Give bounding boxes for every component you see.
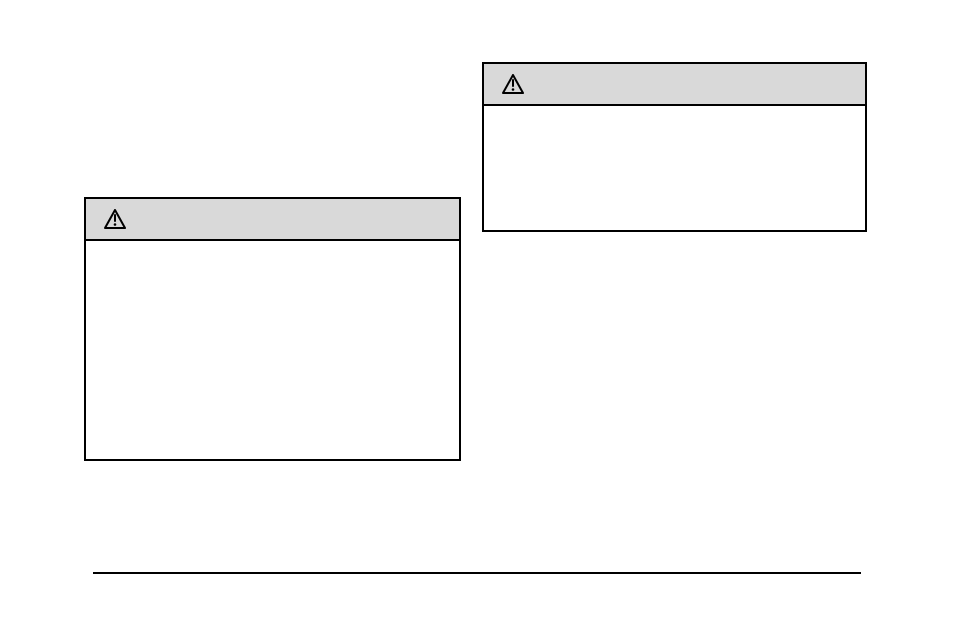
horizontal-rule	[93, 572, 861, 574]
warning-triangle-icon	[104, 209, 126, 229]
callout-box-left-header	[86, 199, 459, 241]
callout-box-right-body	[484, 106, 865, 126]
callout-box-left-body	[86, 241, 459, 261]
callout-box-left	[84, 197, 461, 461]
warning-triangle-icon	[502, 74, 524, 94]
callout-box-right-header	[484, 64, 865, 106]
document-page	[0, 0, 954, 636]
callout-box-right	[482, 62, 867, 232]
